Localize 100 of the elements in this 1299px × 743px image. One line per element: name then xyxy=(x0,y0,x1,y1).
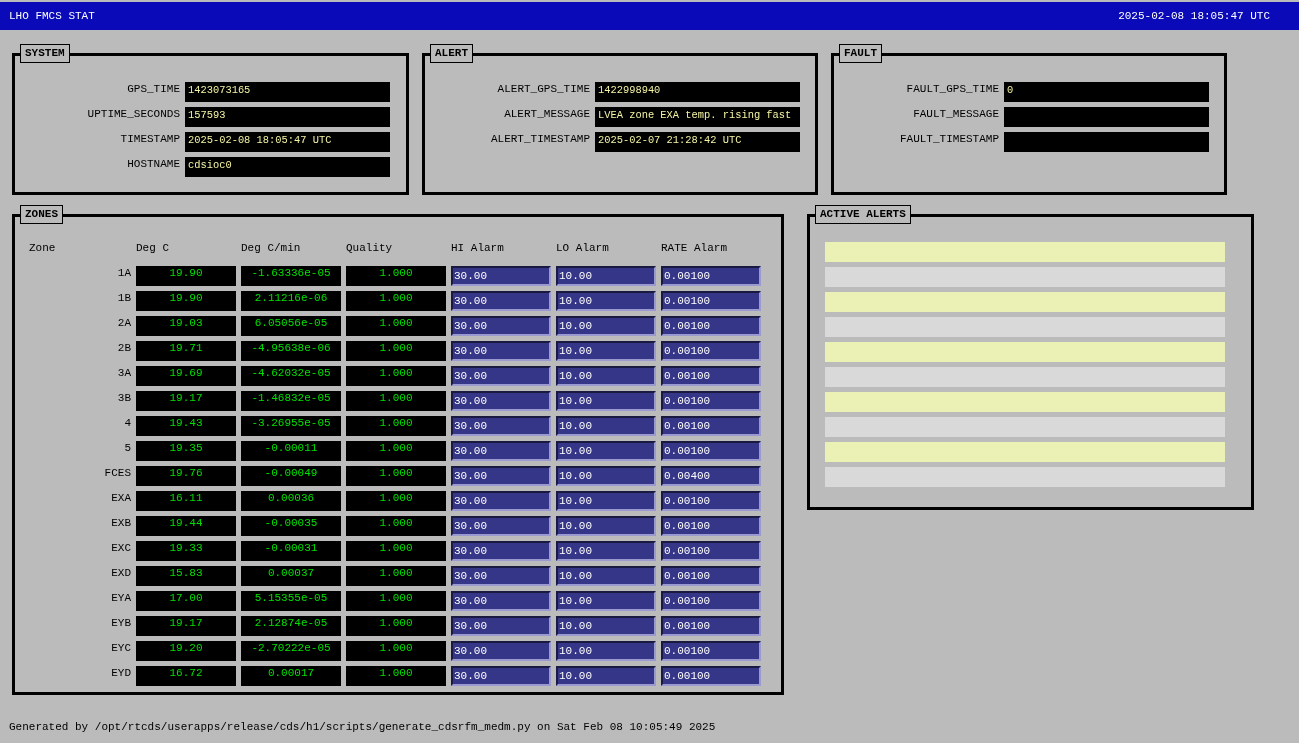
alarm-input-field[interactable]: 0.00100 xyxy=(661,441,761,461)
alarm-input-field[interactable]: 30.00 xyxy=(451,641,551,661)
alarm-input-field[interactable]: 10.00 xyxy=(556,366,656,386)
field-label: ALERT_GPS_TIME xyxy=(496,82,590,97)
readout-field: 1.000 xyxy=(346,366,446,386)
alarm-input-field[interactable]: 30.00 xyxy=(451,541,551,561)
readout-field: LVEA zone EXA temp. rising fast xyxy=(595,107,800,127)
readout-field: 19.20 xyxy=(136,641,236,661)
panel-title: ZONES xyxy=(20,205,63,224)
alarm-input-field[interactable]: 10.00 xyxy=(556,416,656,436)
field-label: FAULT_GPS_TIME xyxy=(905,82,999,97)
alarm-input-field[interactable]: 10.00 xyxy=(556,641,656,661)
panel-title: SYSTEM xyxy=(20,44,70,63)
readout-field: 19.33 xyxy=(136,541,236,561)
readout-field: 1.000 xyxy=(346,641,446,661)
alarm-input-field[interactable]: 10.00 xyxy=(556,566,656,586)
field-label: HOSTNAME xyxy=(126,157,180,172)
alarm-input-field[interactable]: 0.00100 xyxy=(661,341,761,361)
alarm-input-field[interactable]: 0.00100 xyxy=(661,491,761,511)
readout-field: 1.000 xyxy=(346,316,446,336)
readout-field: 1.000 xyxy=(346,666,446,686)
alarm-input-field[interactable]: 0.00100 xyxy=(661,641,761,661)
alarm-input-field[interactable]: 0.00100 xyxy=(661,291,761,311)
readout-field: 1.000 xyxy=(346,291,446,311)
alarm-input-field[interactable]: 0.00100 xyxy=(661,541,761,561)
alarm-input-field[interactable]: 10.00 xyxy=(556,591,656,611)
zone-label: 3B xyxy=(116,391,131,406)
readout-field: 2025-02-08 18:05:47 UTC xyxy=(185,132,390,152)
alarm-input-field[interactable]: 0.00100 xyxy=(661,666,761,686)
readout-field: -0.00011 xyxy=(241,441,341,461)
zone-label: EXB xyxy=(110,516,131,531)
column-header: Quality xyxy=(346,241,394,256)
alarm-input-field[interactable]: 0.00100 xyxy=(661,391,761,411)
readout-field: 17.00 xyxy=(136,591,236,611)
readout-field: 5.15355e-05 xyxy=(241,591,341,611)
alarm-input-field[interactable]: 10.00 xyxy=(556,491,656,511)
zone-label: 2A xyxy=(116,316,131,331)
readout-field: 6.05056e-05 xyxy=(241,316,341,336)
alarm-input-field[interactable]: 30.00 xyxy=(451,266,551,286)
alarm-input-field[interactable]: 30.00 xyxy=(451,316,551,336)
readout-field: 2.12874e-05 xyxy=(241,616,341,636)
readout-field: -4.95638e-06 xyxy=(241,341,341,361)
readout-field: 0.00037 xyxy=(241,566,341,586)
alarm-input-field[interactable]: 0.00100 xyxy=(661,416,761,436)
alarm-input-field[interactable]: 0.00400 xyxy=(661,466,761,486)
readout-field: 1.000 xyxy=(346,591,446,611)
readout-field: 1.000 xyxy=(346,616,446,636)
alarm-input-field[interactable]: 0.00100 xyxy=(661,266,761,286)
alarm-input-field[interactable]: 30.00 xyxy=(451,491,551,511)
readout-field: -1.46832e-05 xyxy=(241,391,341,411)
readout-field: -1.63336e-05 xyxy=(241,266,341,286)
alarm-input-field[interactable]: 30.00 xyxy=(451,616,551,636)
alarm-input-field[interactable]: 10.00 xyxy=(556,616,656,636)
readout-field: -3.26955e-05 xyxy=(241,416,341,436)
alarm-input-field[interactable]: 10.00 xyxy=(556,466,656,486)
alarm-input-field[interactable]: 30.00 xyxy=(451,591,551,611)
alarm-input-field[interactable]: 10.00 xyxy=(556,441,656,461)
alarm-input-field[interactable]: 10.00 xyxy=(556,341,656,361)
column-header: Zone xyxy=(29,241,57,256)
alarm-input-field[interactable]: 10.00 xyxy=(556,316,656,336)
readout-field: 19.03 xyxy=(136,316,236,336)
column-header: Deg C xyxy=(136,241,170,256)
alarm-input-field[interactable]: 30.00 xyxy=(451,566,551,586)
alarm-input-field[interactable]: 10.00 xyxy=(556,266,656,286)
field-label: ALERT_TIMESTAMP xyxy=(489,132,590,147)
alarm-input-field[interactable]: 10.00 xyxy=(556,541,656,561)
footer-text: Generated by /opt/rtcds/userapps/release/cds/h1/scripts/generate_cdsrfm_medm.py on Sat Feb 08 10:05:49 2025 xyxy=(9,722,717,733)
zone-label: EXC xyxy=(110,541,131,556)
alarm-input-field[interactable]: 10.00 xyxy=(556,516,656,536)
alarm-input-field[interactable]: 30.00 xyxy=(451,666,551,686)
alarm-input-field[interactable]: 0.00100 xyxy=(661,366,761,386)
zone-label: FCES xyxy=(103,466,131,481)
alarm-input-field[interactable]: 10.00 xyxy=(556,666,656,686)
readout-field: 16.11 xyxy=(136,491,236,511)
alarm-input-field[interactable]: 10.00 xyxy=(556,291,656,311)
alarm-input-field[interactable]: 30.00 xyxy=(451,441,551,461)
readout-field: 1.000 xyxy=(346,466,446,486)
alarm-input-field[interactable]: 0.00100 xyxy=(661,566,761,586)
readout-field: 1.000 xyxy=(346,541,446,561)
alarm-input-field[interactable]: 30.00 xyxy=(451,291,551,311)
readout-field: 19.43 xyxy=(136,416,236,436)
alarm-input-field[interactable]: 30.00 xyxy=(451,366,551,386)
alarm-input-field[interactable]: 30.00 xyxy=(451,391,551,411)
alarm-input-field[interactable]: 0.00100 xyxy=(661,316,761,336)
readout-field: cdsioc0 xyxy=(185,157,390,177)
alarm-input-field[interactable]: 30.00 xyxy=(451,466,551,486)
alarm-input-field[interactable]: 0.00100 xyxy=(661,591,761,611)
readout-field: 19.71 xyxy=(136,341,236,361)
alarm-input-field[interactable]: 30.00 xyxy=(451,341,551,361)
alarm-input-field[interactable]: 10.00 xyxy=(556,391,656,411)
alarm-input-field[interactable]: 30.00 xyxy=(451,416,551,436)
readout-field: 19.35 xyxy=(136,441,236,461)
readout-field: 157593 xyxy=(185,107,390,127)
panel-title: ACTIVE ALERTS xyxy=(815,205,911,224)
alarm-input-field[interactable]: 0.00100 xyxy=(661,516,761,536)
zone-label: EXD xyxy=(110,566,131,581)
column-header: RATE Alarm xyxy=(661,241,728,256)
readout-field: 19.76 xyxy=(136,466,236,486)
alarm-input-field[interactable]: 30.00 xyxy=(451,516,551,536)
alarm-input-field[interactable]: 0.00100 xyxy=(661,616,761,636)
